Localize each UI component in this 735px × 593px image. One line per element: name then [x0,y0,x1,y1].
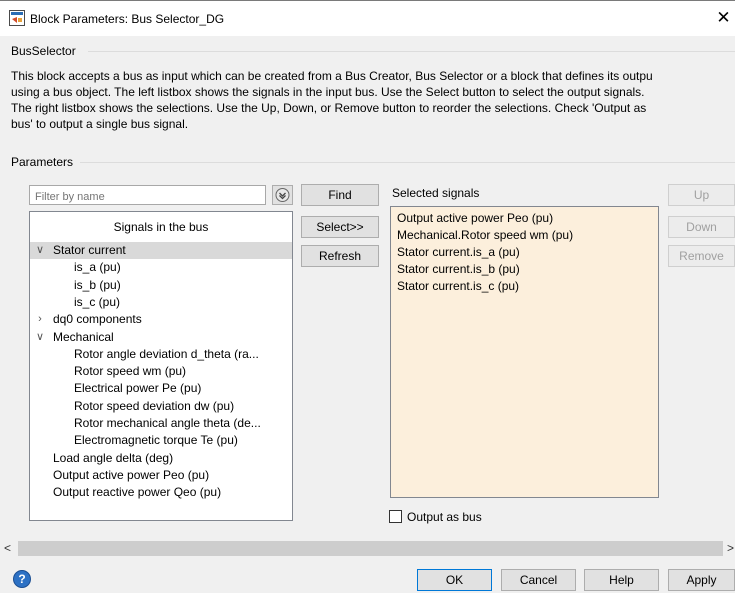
signal-tree-label: Mechanical [53,329,114,344]
signal-tree-label: Rotor angle deviation d_theta (ra... [74,346,259,361]
signal-tree-label: Stator current [53,243,126,257]
cancel-button[interactable]: Cancel [501,569,576,591]
selected-signal-item[interactable]: Output active power Peo (pu) [391,210,658,227]
filter-options-button[interactable] [272,185,293,205]
expand-down-chevron-icon[interactable]: ∨ [34,242,46,259]
signal-tree-label: Electrical power Pe (pu) [74,381,202,396]
apply-button[interactable]: Apply [668,569,735,591]
ok-button[interactable]: OK [417,569,492,591]
expand-down-chevron-icon[interactable]: ∨ [34,329,46,346]
find-button[interactable]: Find [301,184,379,206]
signal-tree-label: Electromagnetic torque Te (pu) [74,433,238,448]
signal-tree-label: is_c (pu) [74,294,121,309]
group-divider [80,162,735,163]
selected-signals-list[interactable]: Output active power Peo (pu) Mechanical.… [390,206,659,498]
signal-tree-label: Rotor speed deviation dw (pu) [74,398,235,413]
signal-tree-label: is_b (pu) [74,277,121,292]
up-button[interactable]: Up [668,184,735,206]
selected-signals-label: Selected signals [392,186,480,200]
selected-signal-item[interactable]: Stator current.is_c (pu) [391,278,658,295]
block-type-label: BusSelector [11,44,76,58]
chevron-down-circle-icon [275,188,290,202]
signal-tree-item[interactable]: is_a (pu) [30,259,292,276]
down-button[interactable]: Down [668,216,735,238]
description-line: bus' to output a single bus signal. [11,117,189,131]
close-button[interactable]: ✕ [712,6,735,30]
signal-tree-label: Output active power Peo (pu) [53,467,210,482]
selected-signal-item[interactable]: Mechanical.Rotor speed wm (pu) [391,227,658,244]
signal-tree-label: Load angle delta (deg) [53,450,174,465]
description-line: using a bus object. The left listbox sho… [11,85,645,99]
signal-tree-item[interactable]: Load angle delta (deg) [30,450,292,467]
signal-tree-label: Output reactive power Qeo (pu) [53,485,222,500]
signal-tree-label: is_a (pu) [74,260,121,275]
signal-tree-item[interactable]: Electrical power Pe (pu) [30,380,292,397]
signal-tree-item[interactable]: Output reactive power Qeo (pu) [30,484,292,501]
signal-tree-item[interactable]: Output active power Peo (pu) [30,467,292,484]
signal-tree-item[interactable]: ∨ Stator current [30,242,292,259]
signal-tree-item[interactable]: Rotor angle deviation d_theta (ra... [30,346,292,363]
signal-tree-item[interactable]: Rotor mechanical angle theta (de... [30,415,292,432]
output-as-bus-checkbox[interactable] [389,510,402,523]
signal-tree-label: dq0 components [53,312,142,327]
description-line: The right listbox shows the selections. … [11,101,647,115]
signal-tree-item[interactable]: ∨ Mechanical [30,329,292,346]
signal-tree-item[interactable]: is_c (pu) [30,294,292,311]
collapse-right-chevron-icon[interactable]: › [34,311,46,328]
refresh-button[interactable]: Refresh [301,245,379,267]
signal-tree-label: Rotor speed wm (pu) [74,364,187,379]
block-description: This block accepts a bus as input which … [11,68,735,132]
filter-input[interactable] [29,185,266,205]
scroll-thumb[interactable] [18,541,723,556]
signals-in-bus-list[interactable]: Signals in the bus ∨ Stator current is_a (… [29,211,293,521]
signal-tree-label: Rotor mechanical angle theta (de... [74,416,261,430]
scroll-right-arrow[interactable]: > [727,541,735,556]
remove-button[interactable]: Remove [668,245,735,267]
group-divider [88,51,735,52]
selected-signal-item[interactable]: Stator current.is_b (pu) [391,261,658,278]
signals-list-header: Signals in the bus [113,220,209,234]
parameters-group-label: Parameters [11,155,74,169]
help-button[interactable]: Help [584,569,659,591]
signal-tree-item[interactable]: Electromagnetic torque Te (pu) [30,432,292,449]
signal-tree-item[interactable]: Rotor speed wm (pu) [30,363,292,380]
signal-tree-item[interactable]: Rotor speed deviation dw (pu) [30,398,292,415]
window-title: Block Parameters: Bus Selector_DG [30,12,225,26]
signal-tree-item[interactable]: › dq0 components [30,311,292,328]
scroll-left-arrow[interactable]: < [4,541,16,556]
description-line: This block accepts a bus as input which … [11,69,653,83]
selected-signal-item[interactable]: Stator current.is_a (pu) [391,244,658,261]
output-as-bus-label: Output as bus [407,510,482,524]
simulink-block-icon [9,10,25,26]
help-icon[interactable]: ? [13,570,31,588]
select-button[interactable]: Select>> [301,216,379,238]
signal-tree-item[interactable]: is_b (pu) [30,277,292,294]
